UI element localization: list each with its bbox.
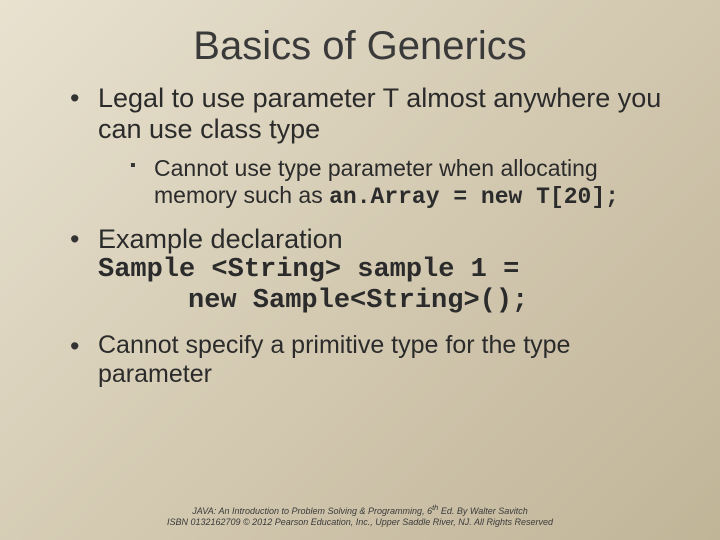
- bullet-list: Legal to use parameter T almost anywhere…: [0, 83, 720, 389]
- bullet-2: Example declaration Sample <String> samp…: [70, 224, 680, 317]
- bullet-1-text: Legal to use parameter T almost anywhere…: [98, 83, 661, 144]
- slide: Basics of Generics Legal to use paramete…: [0, 0, 720, 540]
- bullet-1: Legal to use parameter T almost anywhere…: [70, 83, 680, 210]
- footer-line1-pre: JAVA: An Introduction to Problem Solving…: [192, 506, 432, 516]
- bullet-3-text: Cannot specify a primitive type for the …: [98, 331, 570, 388]
- footer-line1-post: Ed. By Walter Savitch: [438, 506, 527, 516]
- code-block: Sample <String> sample 1 = new Sample<St…: [98, 255, 680, 317]
- bullet-3: Cannot specify a primitive type for the …: [70, 331, 680, 389]
- footer-citation: JAVA: An Introduction to Problem Solving…: [0, 503, 720, 529]
- code-line-1: Sample <String> sample 1 =: [98, 255, 519, 285]
- slide-title: Basics of Generics: [0, 0, 720, 83]
- bullet-2-text: Example declaration: [98, 224, 343, 254]
- sub-bullet-1-code: an.Array = new T[20];: [329, 184, 619, 210]
- sub-bullet-1: Cannot use type parameter when allocatin…: [130, 155, 680, 210]
- footer-line2: ISBN 0132162709 © 2012 Pearson Education…: [167, 517, 553, 527]
- code-line-2: new Sample<String>();: [98, 286, 528, 316]
- sub-bullet-list-1: Cannot use type parameter when allocatin…: [98, 155, 680, 210]
